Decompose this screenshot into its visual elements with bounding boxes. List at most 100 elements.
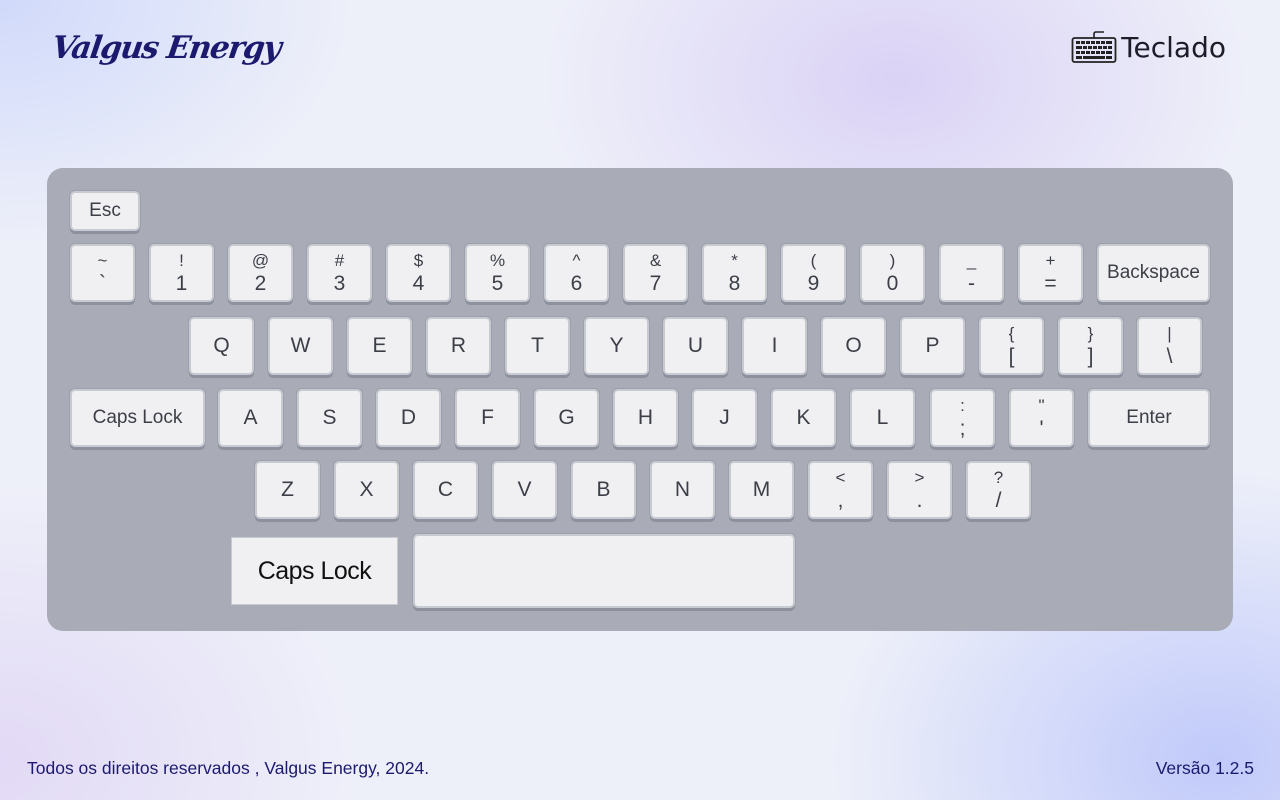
key-label: ; <box>959 416 966 440</box>
key-label: - <box>968 271 975 295</box>
key-label: B <box>596 477 611 501</box>
key-label: = <box>1044 271 1057 295</box>
key-caps-lock[interactable]: Caps Lock <box>70 389 205 447</box>
key-shift-label: * <box>731 251 738 271</box>
key-b[interactable]: B <box>571 461 636 519</box>
key-f[interactable]: F <box>455 389 520 447</box>
key-bracket-2[interactable]: | \ <box>1137 317 1202 375</box>
key-d[interactable]: D <box>376 389 441 447</box>
key-num-5[interactable]: % 5 <box>465 244 530 302</box>
key-label: P <box>925 333 940 357</box>
key-num-4[interactable]: $4 <box>386 244 451 302</box>
key-num-1[interactable]: ! 1 <box>149 244 214 302</box>
app-header: Teclado <box>1071 30 1226 64</box>
key-label: 4 <box>412 271 425 295</box>
key-symbol-0[interactable]: <, <box>808 461 873 519</box>
key-bracket-1[interactable]: }] <box>1058 317 1123 375</box>
key-shift-label: _ <box>966 251 977 271</box>
key-p[interactable]: P <box>900 317 965 375</box>
key-e[interactable]: E <box>347 317 412 375</box>
key-a[interactable]: A <box>218 389 283 447</box>
key-label: ` <box>99 271 106 295</box>
key-label: G <box>558 405 575 429</box>
key-shift-label: ^ <box>572 251 581 271</box>
key-label: Esc <box>89 200 121 222</box>
key-y[interactable]: Y <box>584 317 649 375</box>
app-title: Teclado <box>1121 30 1226 64</box>
key-q[interactable]: Q <box>189 317 254 375</box>
key-label: Caps Lock <box>92 407 183 429</box>
key-label: J <box>719 405 730 429</box>
key-z[interactable]: Z <box>255 461 320 519</box>
key-shift-label: : <box>960 396 965 416</box>
key-j[interactable]: J <box>692 389 757 447</box>
key-l[interactable]: L <box>850 389 915 447</box>
key-c[interactable]: C <box>413 461 478 519</box>
key-v[interactable]: V <box>492 461 557 519</box>
key-num-11[interactable]: _ - <box>939 244 1004 302</box>
key-enter[interactable]: Enter <box>1088 389 1210 447</box>
key-bracket-0[interactable]: {[ <box>979 317 1044 375</box>
key-num-2[interactable]: @2 <box>228 244 293 302</box>
key-label: 7 <box>649 271 662 295</box>
key-label: 8 <box>728 271 741 295</box>
key-num-12[interactable]: + = <box>1018 244 1083 302</box>
key-u[interactable]: U <box>663 317 728 375</box>
key-label: \ <box>1166 344 1173 368</box>
caps-lock-indicator: Caps Lock <box>231 537 398 605</box>
key-label: T <box>531 333 544 357</box>
key-label: L <box>876 405 889 429</box>
key-label: F <box>481 405 494 429</box>
key-num-7[interactable]: & 7 <box>623 244 688 302</box>
key-k[interactable]: K <box>771 389 836 447</box>
key-label: ] <box>1087 344 1094 368</box>
key-label: K <box>796 405 811 429</box>
key-label: H <box>637 405 654 429</box>
key-num-8[interactable]: * 8 <box>702 244 767 302</box>
key-label: Z <box>281 477 294 501</box>
key-x[interactable]: X <box>334 461 399 519</box>
key-num-9[interactable]: (9 <box>781 244 846 302</box>
key-shift-label: < <box>835 468 846 488</box>
key-punct-0[interactable]: :; <box>930 389 995 447</box>
key-label: X <box>359 477 374 501</box>
key-label: A <box>243 405 258 429</box>
key-label: N <box>674 477 691 501</box>
key-punct-1[interactable]: " ' <box>1009 389 1074 447</box>
key-label: 0 <box>886 271 899 295</box>
key-n[interactable]: N <box>650 461 715 519</box>
key-label: I <box>771 333 778 357</box>
key-label: C <box>437 477 454 501</box>
key-label: 6 <box>570 271 583 295</box>
key-i[interactable]: I <box>742 317 807 375</box>
key-s[interactable]: S <box>297 389 362 447</box>
footer-version: Versão 1.2.5 <box>1155 758 1254 778</box>
key-esc[interactable]: Esc <box>70 191 140 231</box>
key-label: S <box>322 405 337 429</box>
key-label: 9 <box>807 271 820 295</box>
key-symbol-1[interactable]: >. <box>887 461 952 519</box>
key-label: W <box>290 333 311 357</box>
key-m[interactable]: M <box>729 461 794 519</box>
key-label: M <box>752 477 771 501</box>
key-space[interactable] <box>413 534 795 608</box>
keyboard-icon <box>1071 31 1117 63</box>
key-num-0[interactable]: ~ ` <box>70 244 135 302</box>
footer-copyright: Todos os direitos reservados , Valgus En… <box>27 758 430 778</box>
key-w[interactable]: W <box>268 317 333 375</box>
key-shift-label: ( <box>810 251 817 271</box>
key-h[interactable]: H <box>613 389 678 447</box>
key-num-10[interactable]: ) 0 <box>860 244 925 302</box>
key-label: [ <box>1008 344 1015 368</box>
key-o[interactable]: O <box>821 317 886 375</box>
key-symbol-2[interactable]: ? / <box>966 461 1031 519</box>
key-t[interactable]: T <box>505 317 570 375</box>
key-num-3[interactable]: #3 <box>307 244 372 302</box>
key-num-6[interactable]: ^ 6 <box>544 244 609 302</box>
key-label: D <box>400 405 417 429</box>
key-shift-label: # <box>334 251 345 271</box>
key-label: Backspace <box>1107 262 1200 284</box>
key-r[interactable]: R <box>426 317 491 375</box>
key-backspace[interactable]: Backspace <box>1097 244 1210 302</box>
key-g[interactable]: G <box>534 389 599 447</box>
